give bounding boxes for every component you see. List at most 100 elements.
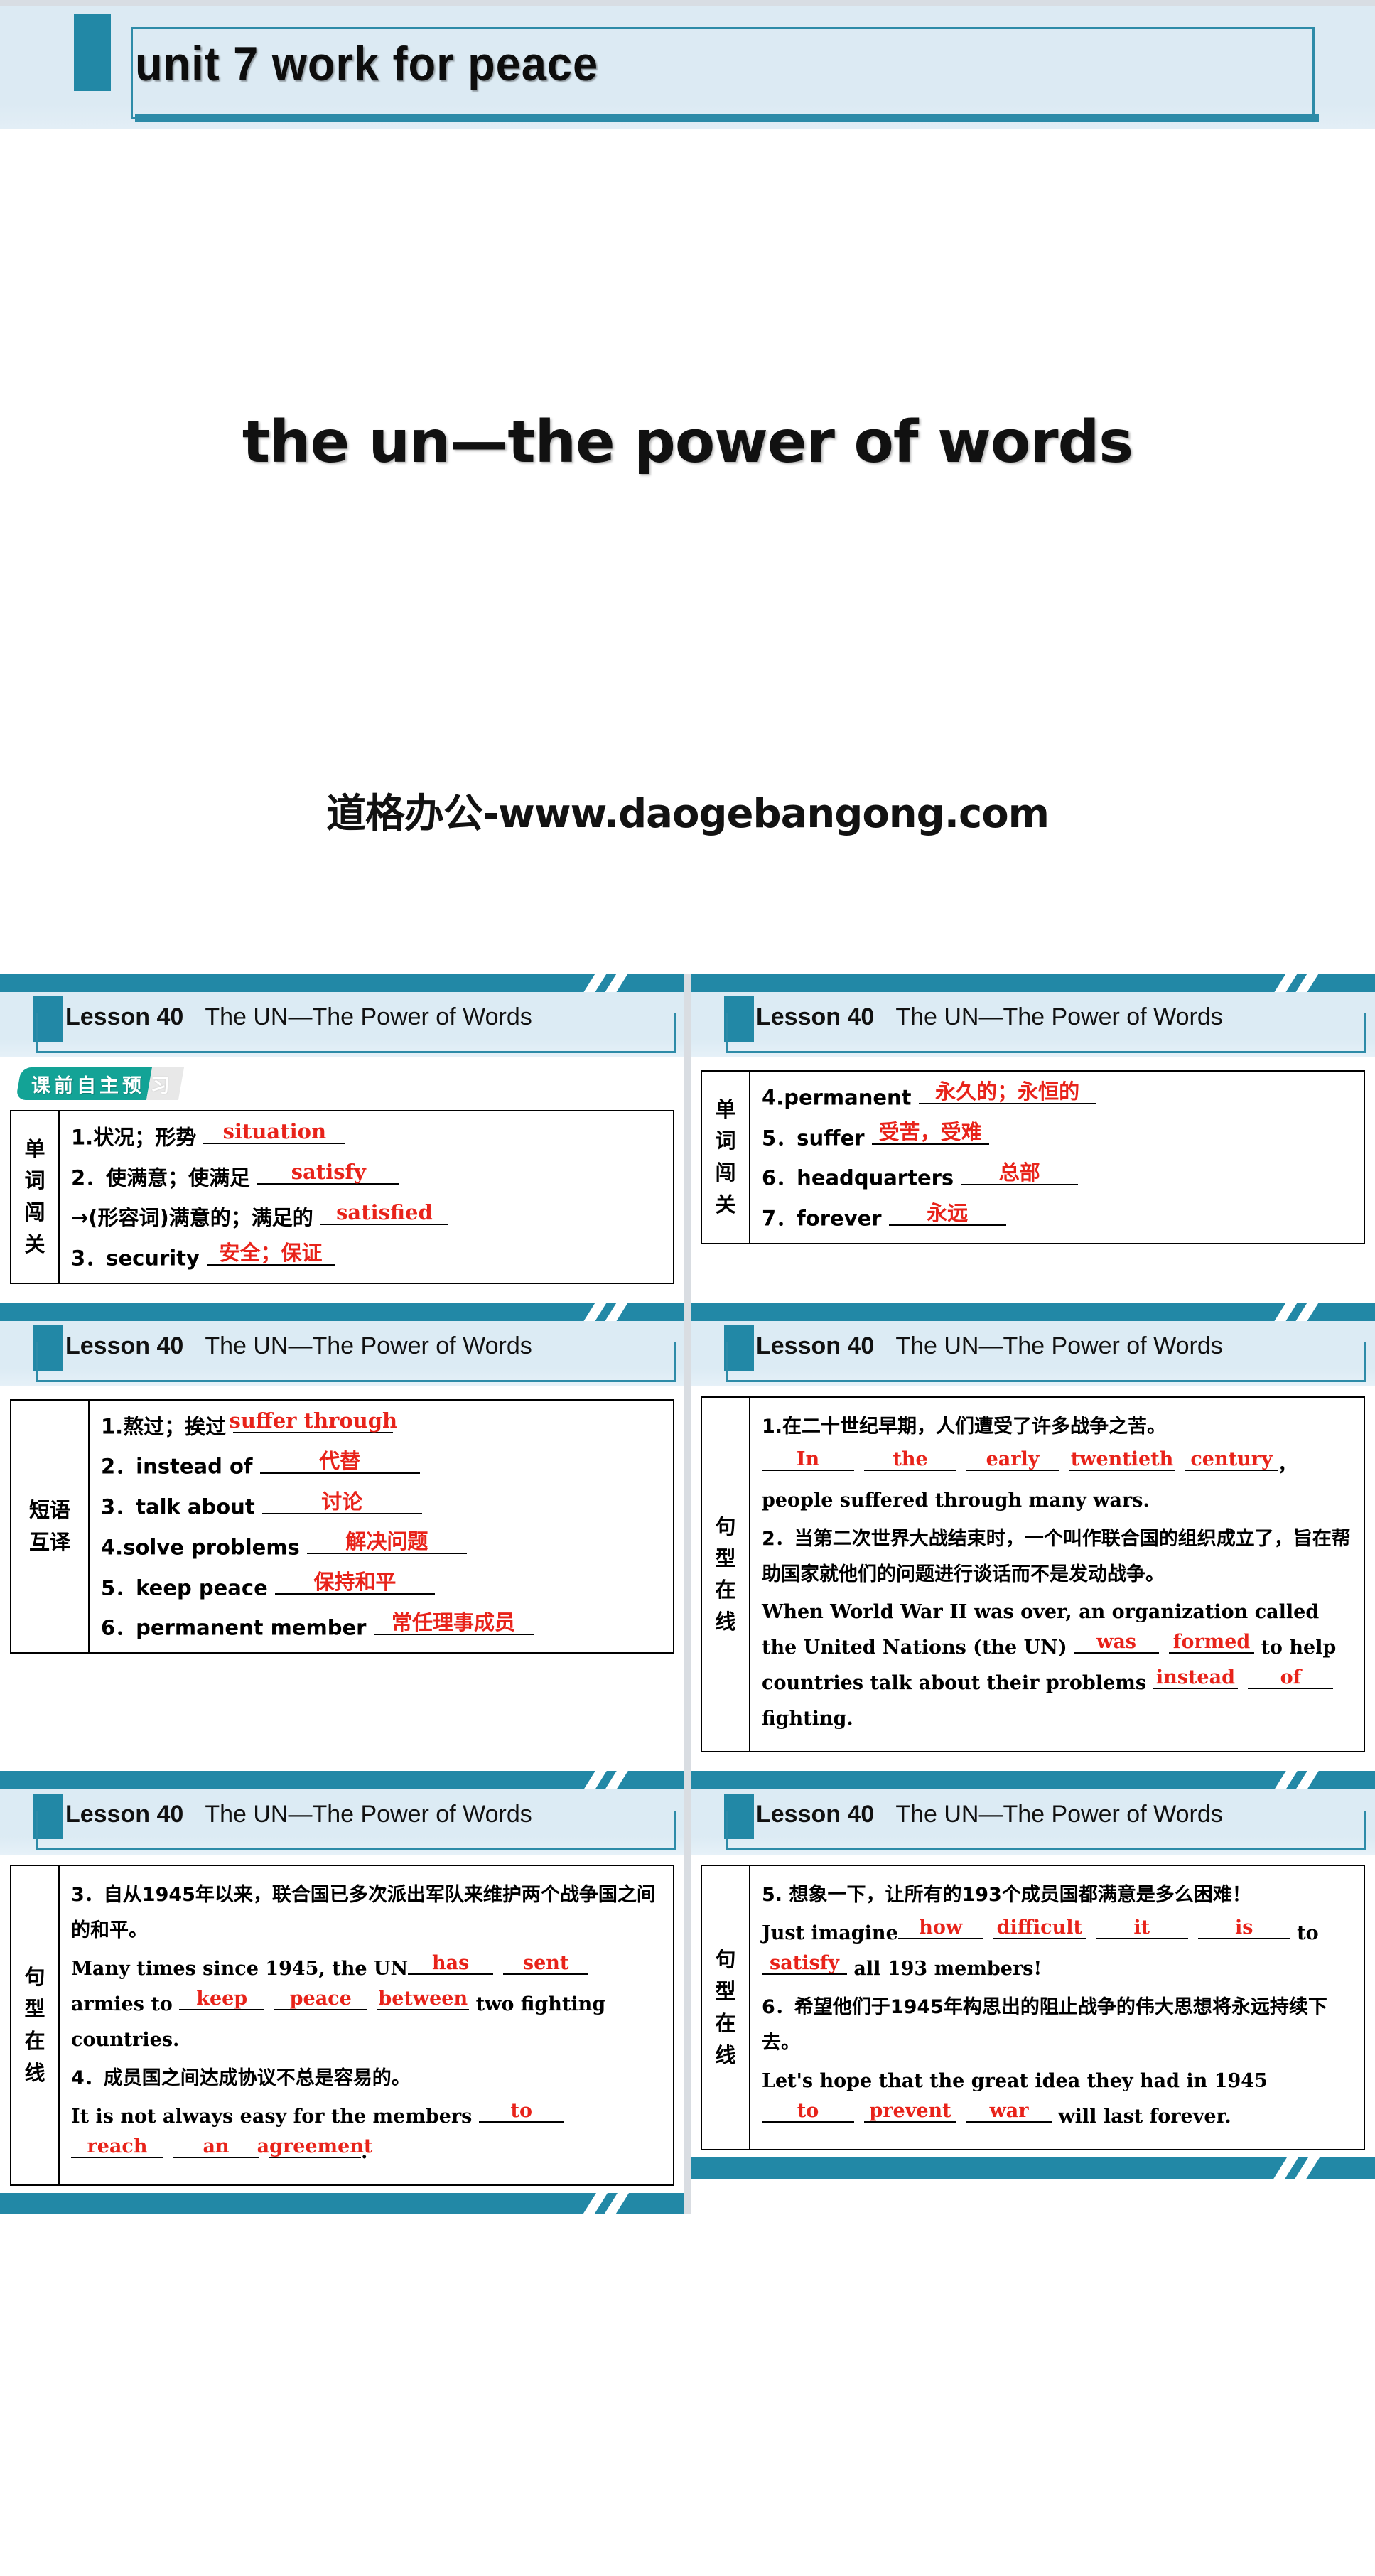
slide-top-bar bbox=[691, 1302, 1375, 1321]
answer-blank[interactable]: 解决问题 bbox=[306, 1531, 467, 1555]
answer-blank[interactable]: early bbox=[966, 1450, 1059, 1471]
answer-blank[interactable]: instead bbox=[1153, 1668, 1239, 1690]
answer-blank[interactable]: war bbox=[966, 2101, 1052, 2123]
answer-blank[interactable]: to bbox=[762, 2099, 854, 2123]
answer-blank[interactable]: has bbox=[408, 1952, 494, 1976]
content-table: 单词闯关 1.状况；形势 situation 2．使满意；使满足 satisfy →(… bbox=[10, 1110, 674, 1284]
table-row-label: 句型在线 bbox=[11, 1866, 60, 2184]
slide-header: Lesson 40 The UN—The Power of Words bbox=[0, 1320, 684, 1386]
slide-header: Lesson 40 The UN—The Power of Words bbox=[691, 992, 1375, 1057]
cover-top-edge bbox=[0, 0, 1375, 6]
slide-slide-1[interactable]: Lesson 40 The UN—The Power of Words 课前自主预习… bbox=[0, 974, 684, 1303]
vocab-prompt: 3．talk about bbox=[101, 1494, 255, 1519]
answer-blank[interactable]: it bbox=[1095, 1918, 1188, 1940]
answer-text: 永远 bbox=[927, 1200, 969, 1225]
answer-text: In bbox=[796, 1448, 820, 1470]
answer-blank[interactable]: the bbox=[864, 1450, 956, 1471]
answer-blank[interactable]: 常任理事成员 bbox=[373, 1612, 534, 1635]
answer-blank[interactable]: satisfied bbox=[320, 1202, 448, 1225]
sentence-en: It is not always easy for the members to… bbox=[71, 2099, 663, 2170]
answer-text: keep bbox=[196, 1988, 248, 2010]
section-badge-label: 课前自主预 bbox=[31, 1074, 145, 1097]
table-label-char: 互译 bbox=[28, 1529, 70, 1554]
cover-accent-tab bbox=[74, 14, 111, 91]
answer-blank[interactable]: to bbox=[478, 2101, 564, 2123]
answer-blank[interactable]: 永远 bbox=[888, 1200, 1006, 1226]
cover-title-frame-shadow bbox=[135, 114, 1319, 122]
answer-blank[interactable]: suffer through bbox=[230, 1411, 397, 1434]
answer-blank[interactable]: satisfy bbox=[762, 1953, 847, 1976]
answer-blank[interactable]: 永久的；永恒的 bbox=[918, 1082, 1096, 1105]
table-label-char: 关 bbox=[715, 1192, 736, 1217]
lesson-number: Lesson 40 bbox=[65, 1332, 184, 1359]
slide-slide-5[interactable]: Lesson 40 The UN—The Power of Words 句型在线 3．… bbox=[0, 1771, 684, 2214]
slide-header-text: Lesson 40 The UN—The Power of Words bbox=[65, 1801, 532, 1828]
answer-blank[interactable]: satisfy bbox=[257, 1162, 400, 1185]
slash-decoration-icon bbox=[580, 1771, 610, 1790]
slash-decoration-icon bbox=[580, 974, 610, 992]
header-rule-bottom bbox=[726, 1051, 1366, 1053]
header-rule-right bbox=[674, 1342, 676, 1382]
cover-slide: unit 7 work for peace the un—the power o… bbox=[0, 0, 1375, 974]
slash-decoration-icon bbox=[1271, 1771, 1300, 1790]
slide-header-text: Lesson 40 The UN—The Power of Words bbox=[65, 1003, 532, 1031]
answer-blank[interactable]: 代替 bbox=[259, 1450, 420, 1474]
slide-grid: Lesson 40 The UN—The Power of Words 课前自主预习… bbox=[0, 974, 1375, 2214]
table-label-char: 闯 bbox=[715, 1160, 736, 1185]
answer-blank[interactable]: an bbox=[173, 2137, 259, 2158]
answer-blank[interactable]: of bbox=[1248, 1668, 1334, 1690]
vocab-row: 3．talk about 讨论 bbox=[101, 1489, 663, 1520]
table-label-char: 型 bbox=[24, 1997, 45, 2021]
content-table: 短语 互译 1.熬过；挨过 suffer through 2．instead of 代… bbox=[10, 1399, 674, 1654]
slide-slide-6[interactable]: Lesson 40 The UN—The Power of Words 句型在线 5.… bbox=[691, 1771, 1375, 2214]
answer-blank[interactable]: formed bbox=[1169, 1632, 1255, 1654]
answer-text: has bbox=[431, 1952, 470, 1975]
answer-blank[interactable]: how bbox=[897, 1918, 983, 1940]
answer-blank[interactable]: was bbox=[1074, 1632, 1160, 1654]
answer-text: to bbox=[797, 2099, 819, 2122]
answer-blank[interactable]: 讨论 bbox=[261, 1489, 422, 1514]
slash-decoration-icon bbox=[1271, 974, 1300, 992]
vocab-prompt: 4.permanent bbox=[762, 1085, 912, 1110]
answer-blank[interactable]: situation bbox=[203, 1121, 346, 1145]
answer-text: 讨论 bbox=[321, 1489, 363, 1514]
answer-blank[interactable]: difficult bbox=[993, 1918, 1086, 1940]
answer-blank[interactable]: twentieth bbox=[1069, 1450, 1175, 1471]
header-accent-tab bbox=[724, 1325, 754, 1371]
answer-blank[interactable]: In bbox=[762, 1448, 854, 1471]
answer-blank[interactable]: reach bbox=[71, 2137, 163, 2158]
sentence-cn: 6．希望他们于1945年构思出的阻止战争的伟大思想将永远持续下去。 bbox=[762, 1996, 1327, 2054]
answer-blank[interactable]: 总部 bbox=[961, 1162, 1079, 1185]
answer-blank[interactable]: between bbox=[377, 1989, 470, 2010]
table-label-char: 词 bbox=[24, 1168, 45, 1193]
header-rule-right bbox=[674, 1811, 676, 1851]
answer-blank[interactable]: peace bbox=[274, 1988, 367, 2010]
answer-blank[interactable]: sent bbox=[503, 1953, 589, 1976]
vocab-prompt: 6．permanent member bbox=[101, 1615, 367, 1640]
slide-body: 课前自主预习单词闯关 1.状况；形势 situation 2．使满意；使满足 sat… bbox=[0, 1067, 684, 1284]
answer-blank[interactable]: 安全；保证 bbox=[207, 1242, 335, 1266]
table-label-char: 型 bbox=[715, 1546, 736, 1570]
slide-slide-3[interactable]: Lesson 40 The UN—The Power of Words 短语 互译 1.… bbox=[0, 1302, 684, 1772]
answer-blank[interactable]: keep bbox=[179, 1988, 265, 2010]
sentence-cn: 4．成员国之间达成协议不总是容易的。 bbox=[71, 2066, 411, 2089]
answer-blank[interactable]: 受苦，受难 bbox=[871, 1120, 989, 1146]
answer-blank[interactable]: century bbox=[1185, 1450, 1278, 1471]
sentence-en-text: Let's hope that the great idea they had … bbox=[762, 2069, 1268, 2092]
answer-blank[interactable]: agreement bbox=[257, 2137, 372, 2158]
slide-body: 短语 互译 1.熬过；挨过 suffer through 2．instead of 代… bbox=[0, 1386, 684, 1654]
answer-blank[interactable]: prevent bbox=[864, 2101, 956, 2123]
answer-blank[interactable]: 保持和平 bbox=[274, 1571, 435, 1595]
slide-header-text: Lesson 40 The UN—The Power of Words bbox=[756, 1003, 1223, 1031]
sentence-en-text: will last forever. bbox=[1052, 2105, 1231, 2128]
answer-blank[interactable]: is bbox=[1197, 1918, 1290, 1940]
slide-slide-4[interactable]: Lesson 40 The UN—The Power of Words 句型在线 1.… bbox=[691, 1302, 1375, 1772]
lesson-topic: The UN—The Power of Words bbox=[895, 1003, 1223, 1030]
slide-slide-2[interactable]: Lesson 40 The UN—The Power of Words 单词闯关 4.… bbox=[691, 974, 1375, 1303]
answer-text: peace bbox=[289, 1988, 352, 2010]
slash-decoration-icon bbox=[1292, 1771, 1322, 1790]
answer-text: 受苦，受难 bbox=[878, 1120, 982, 1145]
slide-top-bar bbox=[0, 1302, 684, 1321]
table-row-label: 单词闯关 bbox=[11, 1111, 60, 1283]
slide-header: Lesson 40 The UN—The Power of Words bbox=[0, 1789, 684, 1855]
